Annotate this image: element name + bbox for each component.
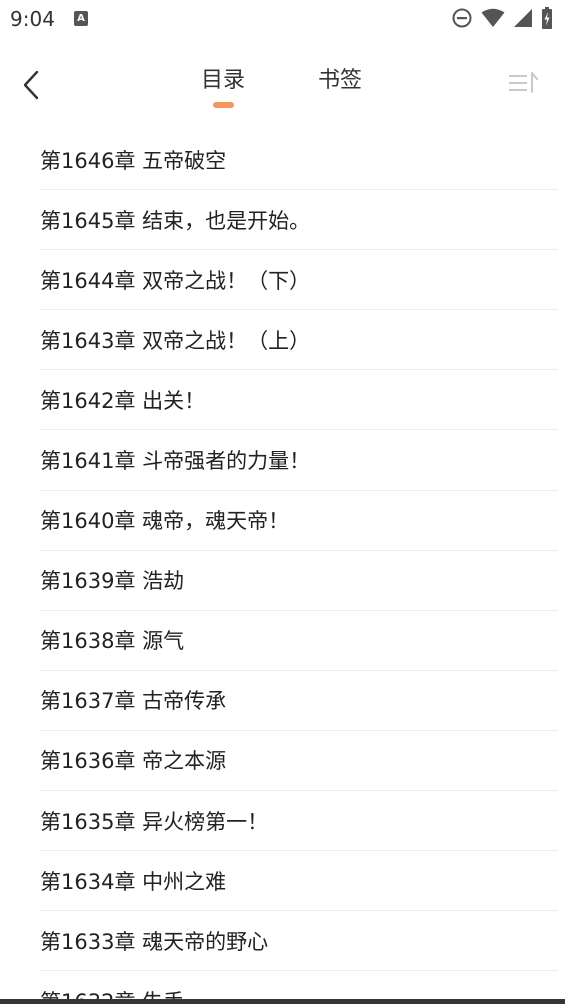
- chapter-item[interactable]: 第1638章 源气: [40, 611, 558, 671]
- chapter-item[interactable]: 第1634章 中州之难: [40, 851, 558, 912]
- sort-icon: [509, 72, 538, 93]
- chapter-title: 第1637章 古帝传承: [40, 689, 227, 714]
- chapter-title: 第1635章 异火榜第一！: [40, 809, 269, 834]
- chapter-item[interactable]: 第1640章 魂帝，魂天帝！: [40, 491, 558, 551]
- chapter-title: 第1638章 源气: [40, 629, 185, 654]
- chapter-title: 第1644章 双帝之战！（下）: [40, 268, 311, 293]
- chapter-title: 第1639章 浩劫: [40, 569, 185, 594]
- chapter-item[interactable]: 第1645章 结束，也是开始。: [40, 190, 558, 251]
- tab-bookmarks[interactable]: 书签: [318, 62, 362, 94]
- chapter-title: 第1633章 魂天帝的野心: [40, 929, 269, 954]
- wifi-icon: [481, 8, 505, 27]
- chapter-title: 第1645章 结束，也是开始。: [40, 208, 311, 233]
- chapter-title: 第1641章 斗帝强者的力量！: [40, 449, 311, 474]
- tab-table-of-contents[interactable]: 目录: [201, 62, 245, 94]
- chapter-item[interactable]: 第1636章 帝之本源: [40, 731, 558, 792]
- do-not-disturb-icon: [452, 8, 472, 28]
- status-time: 9:04: [10, 7, 55, 31]
- chapter-item[interactable]: 第1641章 斗帝强者的力量！: [40, 430, 558, 491]
- chapter-item[interactable]: 第1633章 魂天帝的野心: [40, 911, 558, 972]
- chapter-item[interactable]: 第1637章 古帝传承: [40, 671, 558, 731]
- sort-order-button[interactable]: [507, 70, 541, 96]
- battery-charging-icon: [542, 7, 552, 29]
- chapter-item[interactable]: 第1644章 双帝之战！（下）: [40, 250, 558, 311]
- chapter-item[interactable]: 第1643章 双帝之战！（上）: [40, 310, 558, 371]
- chapter-title: 第1640章 魂帝，魂天帝！: [40, 509, 290, 534]
- notification-app-icon: A: [74, 11, 88, 26]
- chapter-item[interactable]: 第1639章 浩劫: [40, 551, 558, 611]
- nav-bar: 目录 书签: [0, 40, 565, 120]
- status-bar: 9:04 A: [0, 0, 565, 38]
- status-icons: [451, 7, 553, 29]
- chapter-list: 第1646章 五帝破空 第1645章 结束，也是开始。 第1644章 双帝之战！…: [0, 130, 565, 1004]
- chapter-item[interactable]: 第1635章 异火榜第一！: [40, 791, 558, 852]
- active-tab-indicator: [213, 102, 234, 108]
- chapter-title: 第1646章 五帝破空: [40, 148, 227, 173]
- chapter-item[interactable]: 第1646章 五帝破空: [40, 130, 558, 191]
- chevron-left-icon: [23, 70, 39, 100]
- chapter-item[interactable]: 第1642章 出关！: [40, 370, 558, 431]
- chapter-title: 第1634章 中州之难: [40, 869, 227, 894]
- cellular-signal-icon: [514, 9, 532, 27]
- chapter-title: 第1636章 帝之本源: [40, 749, 227, 774]
- chapter-title: 第1643章 双帝之战！（上）: [40, 328, 311, 353]
- back-button[interactable]: [14, 65, 48, 105]
- chapter-title: 第1642章 出关！: [40, 388, 206, 413]
- bottom-edge: [0, 999, 565, 1004]
